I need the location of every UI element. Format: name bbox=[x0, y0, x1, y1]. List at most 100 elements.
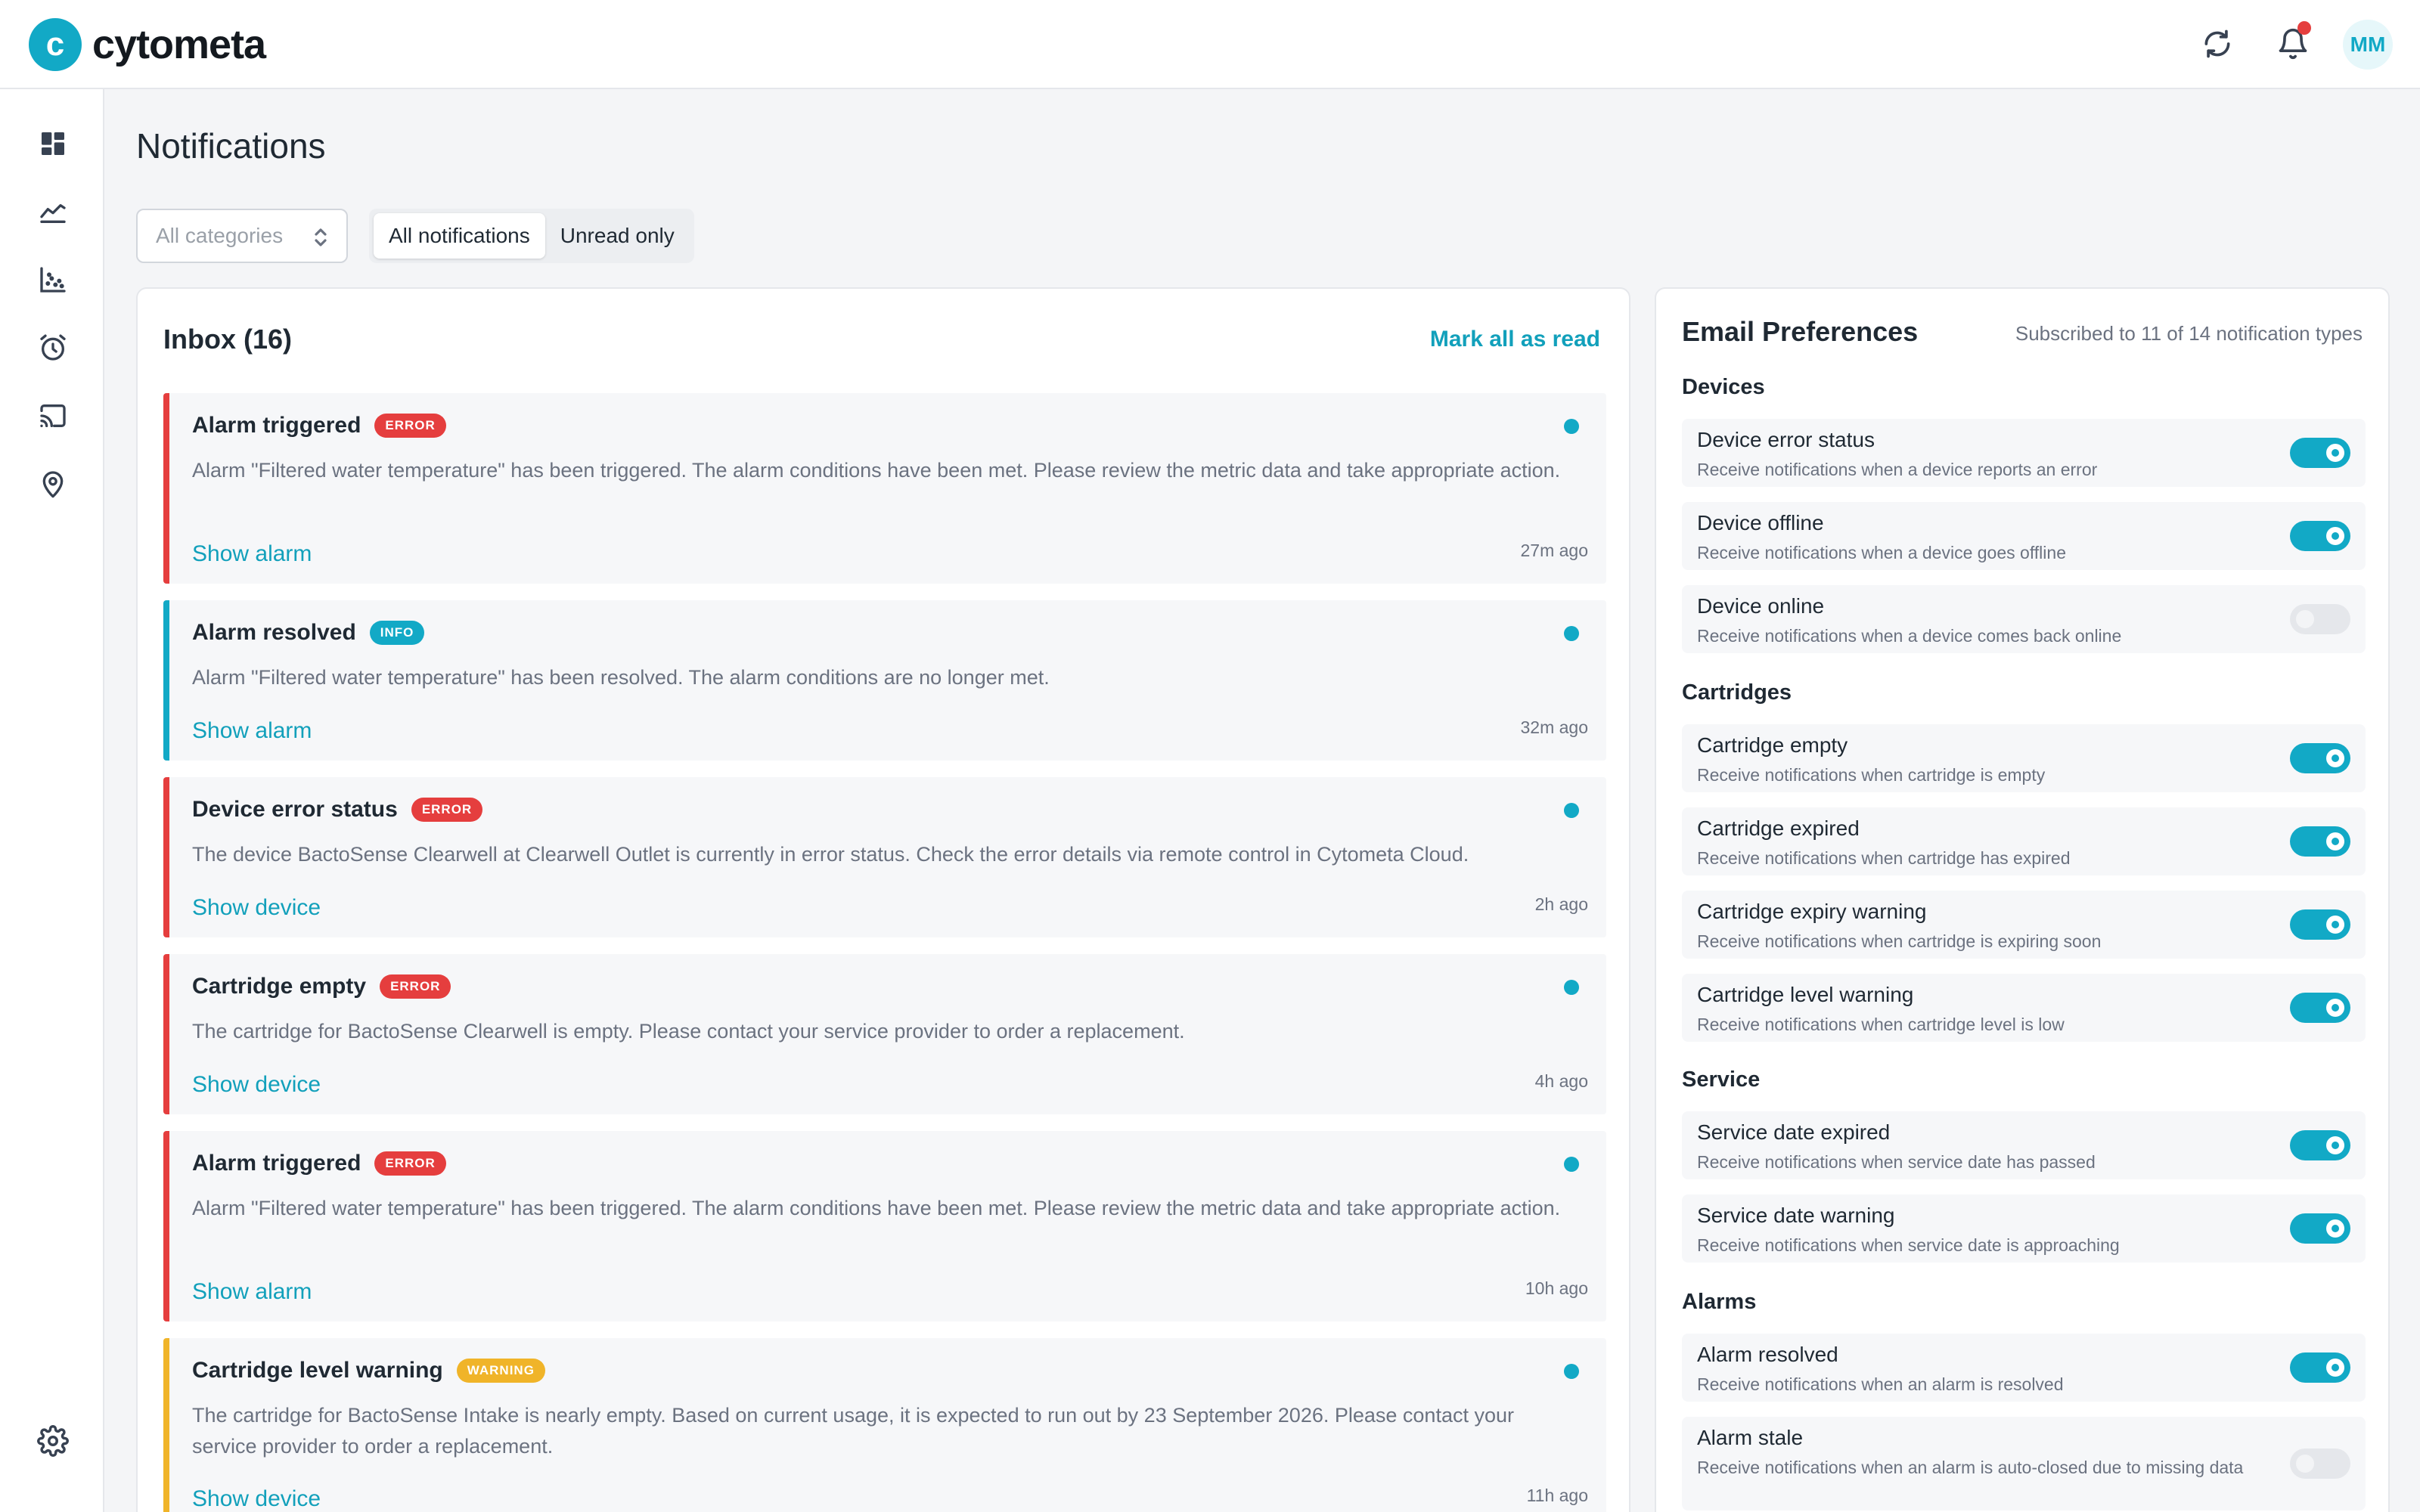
pref-item-service-date-warning: Service date warning Receive notificatio… bbox=[1682, 1194, 2366, 1263]
notification-time: 4h ago bbox=[1534, 1071, 1588, 1091]
pref-description: Receive notifications when service date … bbox=[1697, 1152, 2096, 1172]
notification-title-row: Alarm triggered ERROR bbox=[192, 1151, 446, 1176]
group-heading-alarms: Alarms bbox=[1682, 1290, 1757, 1314]
logo-mark: c bbox=[29, 18, 82, 71]
unread-dot[interactable] bbox=[1564, 419, 1579, 434]
severity-badge: WARNING bbox=[456, 1359, 545, 1383]
pref-item-device-online: Device online Receive notifications when… bbox=[1682, 585, 2366, 653]
bell-icon[interactable] bbox=[2273, 21, 2313, 64]
refresh-icon[interactable] bbox=[2198, 24, 2237, 64]
pref-toggle[interactable] bbox=[2290, 521, 2350, 551]
pref-title: Cartridge level warning bbox=[1697, 983, 1914, 1006]
notification-title-row: Alarm resolved INFO bbox=[192, 620, 425, 646]
notification-item[interactable]: Alarm resolved INFO Alarm "Filtered water… bbox=[163, 600, 1606, 761]
show-device-link[interactable]: Show device bbox=[192, 1072, 321, 1098]
unread-dot[interactable] bbox=[1564, 626, 1579, 641]
notification-title: Alarm resolved bbox=[192, 620, 356, 645]
pref-toggle[interactable] bbox=[2290, 1130, 2350, 1160]
user-avatar[interactable]: MM bbox=[2343, 20, 2393, 70]
pref-item-cartridge-expired: Cartridge expired Receive notifications … bbox=[1682, 807, 2366, 875]
cast-icon[interactable] bbox=[33, 396, 73, 435]
pref-item-alarm-stale: Alarm stale Receive notifications when a… bbox=[1682, 1417, 2366, 1510]
toggle-knob bbox=[2296, 1455, 2314, 1473]
mark-all-read-button[interactable]: Mark all as read bbox=[1430, 327, 1600, 352]
show-alarm-link[interactable]: Show alarm bbox=[192, 718, 312, 744]
notification-time: 10h ago bbox=[1525, 1278, 1588, 1298]
pref-toggle[interactable] bbox=[2290, 438, 2350, 468]
unread-dot[interactable] bbox=[1564, 1364, 1579, 1379]
notification-item[interactable]: Device error status ERROR The device Bact… bbox=[163, 777, 1606, 937]
pref-title: Device offline bbox=[1697, 511, 1824, 534]
notification-time: 2h ago bbox=[1534, 894, 1588, 914]
trend-chart-icon[interactable] bbox=[33, 192, 73, 231]
logo-text: cytometa bbox=[92, 22, 266, 67]
notification-item[interactable]: Cartridge level warning WARNING The cartr… bbox=[163, 1338, 1606, 1512]
notification-body: The device BactoSense Clearwell at Clear… bbox=[192, 843, 1469, 866]
unread-dot[interactable] bbox=[1564, 803, 1579, 818]
pref-toggle[interactable] bbox=[2290, 604, 2350, 634]
email-preferences-panel: Email Preferences Subscribed to 11 of 14… bbox=[1655, 287, 2390, 1512]
notification-item[interactable]: Cartridge empty ERROR The cartridge for B… bbox=[163, 954, 1606, 1114]
unread-dot[interactable] bbox=[1564, 1157, 1579, 1172]
severity-badge: ERROR bbox=[411, 798, 483, 822]
notification-title-row: Alarm triggered ERROR bbox=[192, 413, 446, 438]
show-alarm-link[interactable]: Show alarm bbox=[192, 1279, 312, 1305]
pref-toggle[interactable] bbox=[2290, 1352, 2350, 1383]
notification-time: 11h ago bbox=[1526, 1486, 1588, 1505]
notification-title-row: Cartridge empty ERROR bbox=[192, 974, 451, 999]
tab-all-notifications[interactable]: All notifications bbox=[374, 213, 545, 259]
pref-item-alarm-resolved: Alarm resolved Receive notifications whe… bbox=[1682, 1334, 2366, 1402]
dashboard-icon[interactable] bbox=[33, 124, 73, 163]
severity-badge: ERROR bbox=[380, 974, 451, 999]
notification-item[interactable]: Alarm triggered ERROR Alarm "Filtered wat… bbox=[163, 393, 1606, 584]
pref-title: Device error status bbox=[1697, 428, 1875, 451]
category-select[interactable]: All categories bbox=[136, 209, 348, 263]
show-alarm-link[interactable]: Show alarm bbox=[192, 541, 312, 567]
pref-toggle[interactable] bbox=[2290, 743, 2350, 773]
pref-description: Receive notifications when an alarm is a… bbox=[1697, 1458, 2244, 1477]
notification-body: Alarm "Filtered water temperature" has b… bbox=[192, 1197, 1561, 1219]
pref-description: Receive notifications when a device come… bbox=[1697, 626, 2122, 646]
pref-toggle[interactable] bbox=[2290, 1448, 2350, 1479]
tab-unread-only[interactable]: Unread only bbox=[545, 213, 690, 259]
subscription-summary: Subscribed to 11 of 14 notification type… bbox=[2015, 322, 2363, 345]
notification-body: The cartridge for BactoSense Intake is n… bbox=[192, 1404, 1514, 1458]
toggle-knob bbox=[2326, 832, 2344, 850]
email-preferences-title: Email Preferences bbox=[1682, 316, 1919, 347]
pref-title: Cartridge empty bbox=[1697, 733, 1848, 757]
toggle-knob bbox=[2326, 999, 2344, 1017]
unread-dot[interactable] bbox=[1564, 980, 1579, 995]
severity-badge: INFO bbox=[369, 621, 425, 645]
group-heading-devices: Devices bbox=[1682, 375, 1765, 399]
scatter-chart-icon[interactable] bbox=[33, 260, 73, 299]
inbox-panel: Inbox (16) Mark all as read Alarm trigge… bbox=[136, 287, 1630, 1512]
pref-description: Receive notifications when an alarm is r… bbox=[1697, 1374, 2064, 1394]
pref-title: Cartridge expiry warning bbox=[1697, 900, 1927, 923]
notification-title-row: Cartridge level warning WARNING bbox=[192, 1358, 545, 1383]
pref-toggle[interactable] bbox=[2290, 826, 2350, 857]
pref-toggle[interactable] bbox=[2290, 1213, 2350, 1244]
chevron-up-down-icon bbox=[310, 225, 331, 255]
alarm-clock-icon[interactable] bbox=[33, 328, 73, 367]
pref-description: Receive notifications when a device repo… bbox=[1697, 460, 2098, 479]
pref-description: Receive notifications when a device goes… bbox=[1697, 543, 2066, 562]
pref-title: Device online bbox=[1697, 594, 1825, 618]
notification-item[interactable]: Alarm triggered ERROR Alarm "Filtered wat… bbox=[163, 1131, 1606, 1321]
location-pin-icon[interactable] bbox=[33, 464, 73, 503]
notification-time: 32m ago bbox=[1520, 717, 1588, 737]
notification-title: Cartridge level warning bbox=[192, 1358, 443, 1383]
page-title: Notifications bbox=[136, 126, 326, 166]
toggle-knob bbox=[2326, 1219, 2344, 1238]
show-device-link[interactable]: Show device bbox=[192, 895, 321, 921]
group-heading-service: Service bbox=[1682, 1067, 1761, 1092]
settings-gear-icon[interactable] bbox=[33, 1421, 73, 1461]
pref-toggle[interactable] bbox=[2290, 909, 2350, 940]
pref-description: Receive notifications when cartridge is … bbox=[1697, 931, 2102, 951]
category-select-placeholder: All categories bbox=[156, 224, 284, 247]
pref-toggle[interactable] bbox=[2290, 993, 2350, 1023]
pref-description: Receive notifications when service date … bbox=[1697, 1235, 2120, 1255]
notification-title: Alarm triggered bbox=[192, 1151, 361, 1176]
app-logo[interactable]: c cytometa bbox=[29, 18, 266, 71]
show-device-link[interactable]: Show device bbox=[192, 1486, 321, 1512]
toggle-knob bbox=[2326, 1136, 2344, 1154]
